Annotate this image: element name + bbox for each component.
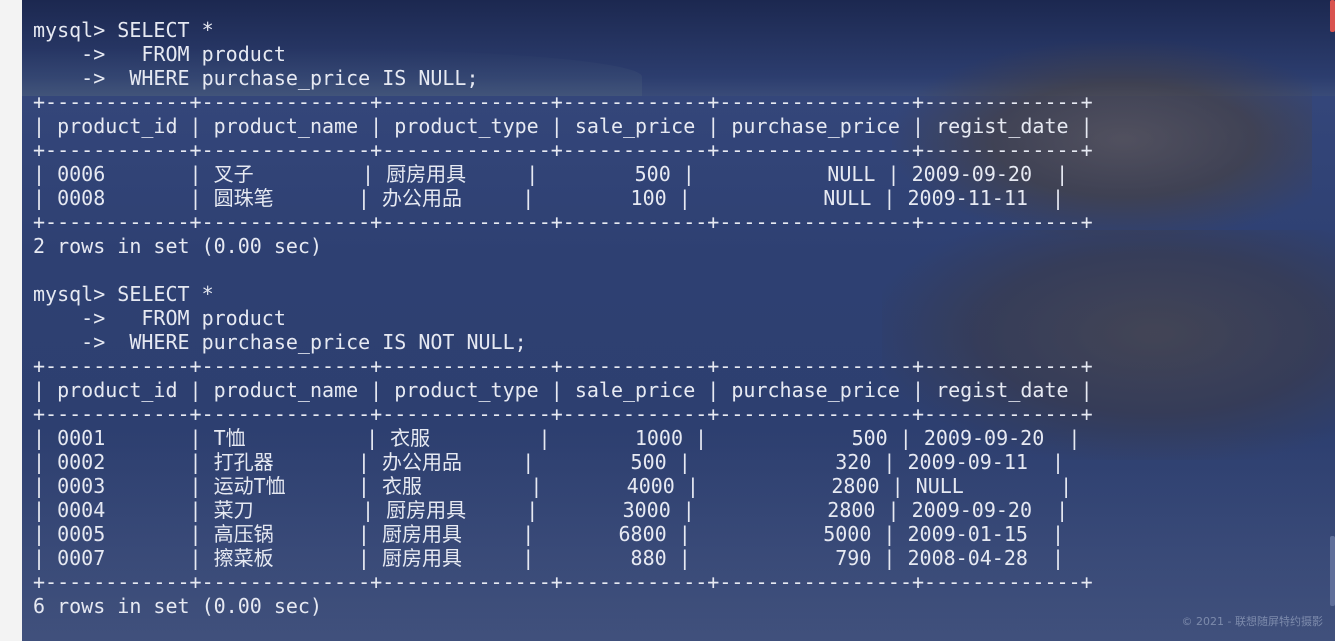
table-header-row: | product_id | product_name | product_ty…: [33, 114, 1093, 138]
table-header-row: | product_id | product_name | product_ty…: [33, 378, 1093, 402]
continuation-line: -> FROM product: [33, 42, 286, 66]
terminal-window[interactable]: mysql> SELECT * -> FROM product -> WHERE…: [22, 0, 1335, 641]
table-row: | 0004 | 菜刀 | 厨房用具 | 3000 | 2800 | 2009-…: [33, 498, 1069, 522]
table-border: +------------+--------------+-----------…: [33, 210, 1093, 234]
prompt-line: mysql> SELECT *: [33, 282, 214, 306]
table-border: +------------+--------------+-----------…: [33, 402, 1093, 426]
scrollbar-thumb[interactable]: [1330, 536, 1335, 606]
table-border: +------------+--------------+-----------…: [33, 570, 1093, 594]
window-left-edge: [0, 0, 22, 641]
table-row: | 0006 | 叉子 | 厨房用具 | 500 | NULL | 2009-0…: [33, 162, 1069, 186]
result-summary: 2 rows in set (0.00 sec): [33, 234, 322, 258]
terminal-output: mysql> SELECT * -> FROM product -> WHERE…: [33, 18, 1093, 618]
table-row: | 0007 | 擦菜板 | 厨房用具 | 880 | 790 | 2008-0…: [33, 546, 1065, 570]
continuation-line: -> FROM product: [33, 306, 286, 330]
table-border: +------------+--------------+-----------…: [33, 354, 1093, 378]
continuation-line: -> WHERE purchase_price IS NULL;: [33, 66, 479, 90]
table-row: | 0002 | 打孔器 | 办公用品 | 500 | 320 | 2009-0…: [33, 450, 1065, 474]
background-watermark: © 2021 - 联想随屏特约摄影: [1181, 615, 1323, 628]
result-summary: 6 rows in set (0.00 sec): [33, 594, 322, 618]
table-row: | 0008 | 圆珠笔 | 办公用品 | 100 | NULL | 2009-…: [33, 186, 1065, 210]
scrollbar-top-marker[interactable]: [1330, 0, 1335, 32]
prompt-line: mysql> SELECT *: [33, 18, 214, 42]
table-row: | 0001 | T恤 | 衣服 | 1000 | 500 | 2009-09-…: [33, 426, 1081, 450]
continuation-line: -> WHERE purchase_price IS NOT NULL;: [33, 330, 527, 354]
table-border: +------------+--------------+-----------…: [33, 90, 1093, 114]
table-row: | 0003 | 运动T恤 | 衣服 | 4000 | 2800 | NULL …: [33, 474, 1073, 498]
vertical-scrollbar[interactable]: [1330, 0, 1335, 641]
table-row: | 0005 | 高压锅 | 厨房用具 | 6800 | 5000 | 2009…: [33, 522, 1065, 546]
table-border: +------------+--------------+-----------…: [33, 138, 1093, 162]
